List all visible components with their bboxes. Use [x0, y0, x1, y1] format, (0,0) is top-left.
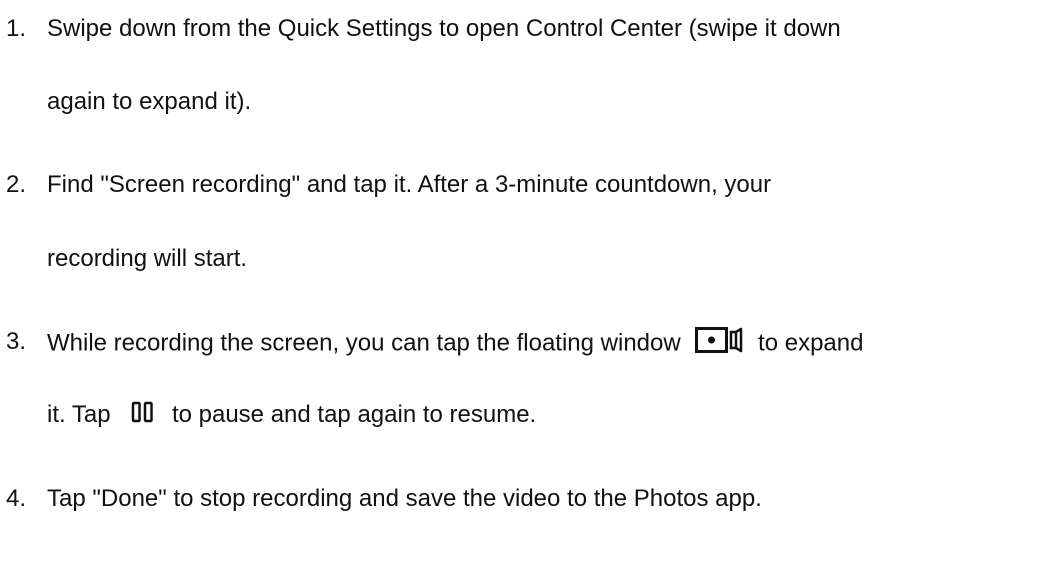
step-text-segment: to expand — [758, 329, 864, 357]
step-text: Tap "Done" to stop recording and save th… — [47, 485, 762, 512]
floating-window-record-icon — [695, 327, 745, 361]
step-number: 4. — [6, 485, 27, 512]
instruction-list: 1. Swipe down from the Quick Settings to… — [0, 0, 1042, 585]
step-number: 1. — [6, 15, 27, 42]
step-text: Swipe down from the Quick Settings to op… — [47, 15, 841, 42]
step-text-segment: to pause and tap again to resume. — [171, 401, 537, 428]
step-number: 3. — [6, 328, 27, 355]
step-text: Find "Screen recording" and tap it. Afte… — [47, 171, 772, 198]
step-text: again to expand it). — [47, 88, 252, 115]
step-text: it. Tap to pause and tap again to resume… — [47, 400, 536, 431]
step-text-segment: it. Tap — [47, 401, 111, 428]
step-number: 2. — [6, 171, 27, 198]
step-text-segment: While recording the screen, you can tap … — [47, 329, 681, 357]
pause-icon — [131, 401, 157, 431]
step-text: While recording the screen, you can tap … — [47, 327, 863, 361]
step-text: recording will start. — [47, 245, 248, 272]
